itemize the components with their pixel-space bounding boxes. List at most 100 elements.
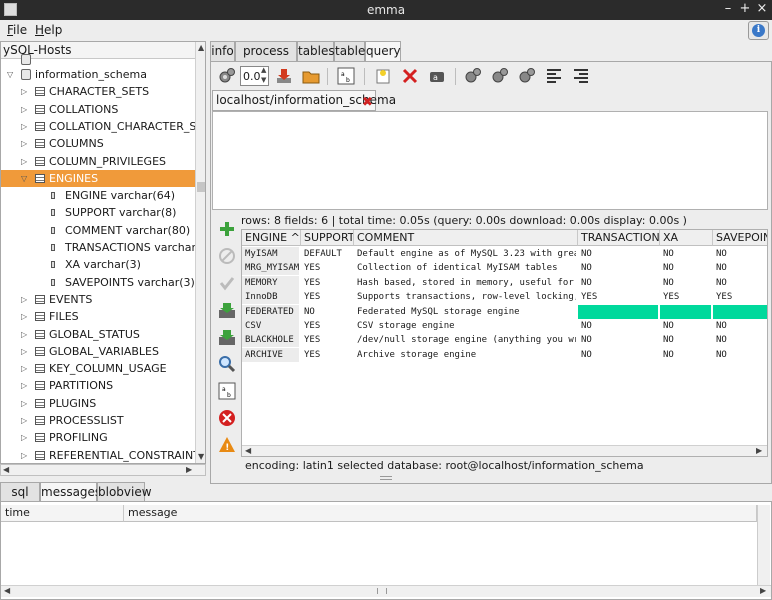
collapse-arrow-icon[interactable]: ▽ xyxy=(7,66,17,83)
table-cell[interactable]: NO xyxy=(660,276,711,290)
table-cell[interactable]: NO xyxy=(713,276,767,290)
expand-arrow-icon[interactable]: ▷ xyxy=(21,412,31,429)
messages-panel[interactable]: time message ◀ ▶ xyxy=(0,501,772,600)
table-cell[interactable]: CSV storage engine xyxy=(354,319,576,333)
execute-icon[interactable] xyxy=(218,67,236,85)
tree-vertical-scrollbar[interactable]: ▲ ▼ xyxy=(195,42,205,463)
menu-file[interactable]: File xyxy=(7,23,27,37)
tree-item-transactions[interactable]: TRANSACTIONS varchar(3) xyxy=(1,239,205,256)
expand-arrow-icon[interactable]: ▷ xyxy=(21,447,31,463)
table-cell[interactable]: YES xyxy=(301,333,352,347)
info-button[interactable]: i xyxy=(748,21,769,40)
expand-arrow-icon[interactable]: ▷ xyxy=(21,135,31,152)
table-cell[interactable]: NO xyxy=(660,333,711,347)
column-header-time[interactable]: time xyxy=(1,505,124,522)
rename-icon[interactable]: a xyxy=(428,67,446,85)
table-cell[interactable]: YES xyxy=(301,261,352,275)
query-editor[interactable] xyxy=(212,111,768,210)
table-cell[interactable]: NO xyxy=(713,333,767,347)
column-header-transactions[interactable]: TRANSACTIONS xyxy=(578,230,660,246)
table-cell[interactable]: NO xyxy=(301,305,352,319)
scroll-grip[interactable] xyxy=(377,588,387,594)
tree-item-partitions[interactable]: ▷ PARTITIONS xyxy=(1,377,195,394)
expand-arrow-icon[interactable]: ▷ xyxy=(21,308,31,325)
tree-item-global-status[interactable]: ▷ GLOBAL_STATUS xyxy=(1,326,195,343)
query-tab[interactable]: localhost/information_schema ✖ xyxy=(212,90,396,111)
table-cell[interactable]: NO xyxy=(713,261,767,275)
table-cell[interactable]: MRG_MYISAM xyxy=(242,261,299,276)
tree-item-xa[interactable]: XA varchar(3) xyxy=(1,256,195,273)
table-cell[interactable]: NO xyxy=(578,247,658,261)
tab-blobview[interactable]: blobview xyxy=(97,482,152,502)
close-icon[interactable]: × xyxy=(754,1,770,17)
warning-icon[interactable]: ! xyxy=(218,436,236,454)
tree-item-profiling[interactable]: ▷ PROFILING xyxy=(1,429,195,446)
expand-arrow-icon[interactable]: ▷ xyxy=(21,101,31,118)
tree-item-information-schema[interactable]: ▽ information_schema xyxy=(1,66,195,83)
table-cell[interactable]: YES xyxy=(578,290,658,304)
text-format-icon[interactable]: ab xyxy=(218,382,236,400)
table-cell[interactable]: Collection of identical MyISAM tables xyxy=(354,261,576,275)
spin-down-icon[interactable]: ▼ xyxy=(261,76,266,84)
tree-item-comment[interactable]: COMMENT varchar(80) xyxy=(1,222,195,239)
tree-item-engines[interactable]: ▽ ENGINES xyxy=(1,169,195,187)
tree-item-support[interactable]: SUPPORT varchar(8) xyxy=(1,204,195,221)
table-cell[interactable]: NO xyxy=(578,261,658,275)
text-format-icon[interactable]: ab xyxy=(337,67,355,85)
table-cell[interactable]: NO xyxy=(660,261,711,275)
tree-item-global-variables[interactable]: ▷ GLOBAL_VARIABLES xyxy=(1,343,195,360)
execute-current-icon[interactable] xyxy=(518,67,536,85)
error-icon[interactable] xyxy=(218,409,236,427)
tree-item-plugins[interactable]: ▷ PLUGINS xyxy=(1,395,195,412)
tab-sql-log[interactable]: sql log xyxy=(0,482,40,517)
collapse-arrow-icon[interactable]: ▽ xyxy=(21,170,31,187)
column-header-message[interactable]: message xyxy=(124,505,757,522)
scroll-right-icon[interactable]: ▶ xyxy=(760,586,766,595)
expand-arrow-icon[interactable]: ▷ xyxy=(21,343,31,360)
save-icon[interactable] xyxy=(218,301,236,319)
table-cell[interactable]: NO xyxy=(660,348,711,362)
tree-item-collation-character-set-[interactable]: ▷ COLLATION_CHARACTER_SET_ xyxy=(1,118,205,135)
open-folder-icon[interactable] xyxy=(302,67,320,85)
table-cell[interactable]: FEDERATED xyxy=(242,304,299,319)
tab-tables[interactable]: tables xyxy=(297,41,335,62)
expand-arrow-icon[interactable]: ▷ xyxy=(21,83,31,100)
maximize-icon[interactable]: + xyxy=(737,1,753,17)
table-cell[interactable]: MyISAM xyxy=(242,247,299,261)
load-icon[interactable] xyxy=(218,328,236,346)
table-cell[interactable]: YES xyxy=(301,348,352,362)
tab-info[interactable]: info xyxy=(210,41,235,62)
table-cell[interactable]: Default engine as of MySQL 3.23 with gre… xyxy=(354,247,576,261)
tree-item-engine[interactable]: ENGINE varchar(64) xyxy=(1,187,195,204)
grid-horizontal-scrollbar[interactable]: ◀ ▶ xyxy=(242,445,767,456)
table-cell[interactable]: NO xyxy=(713,348,767,362)
minimize-icon[interactable]: – xyxy=(720,1,736,17)
expand-arrow-icon[interactable]: ▷ xyxy=(21,429,31,446)
column-header-xa[interactable]: XA xyxy=(660,230,713,246)
expand-arrow-icon[interactable]: ▷ xyxy=(21,326,31,343)
table-cell[interactable]: NO xyxy=(578,348,658,362)
column-header-support[interactable]: SUPPORT xyxy=(301,230,354,246)
column-header-savepoints[interactable]: SAVEPOINTS xyxy=(713,230,767,246)
table-cell[interactable]: /dev/null storage engine (anything you w… xyxy=(354,333,576,347)
execute-selected-icon[interactable] xyxy=(491,67,509,85)
tab-table[interactable]: table xyxy=(334,41,365,62)
table-cell[interactable]: NO xyxy=(660,247,711,261)
table-cell[interactable]: DEFAULT xyxy=(301,247,352,261)
scroll-left-icon[interactable]: ◀ xyxy=(245,446,251,455)
scroll-thumb[interactable] xyxy=(197,182,205,192)
tree-item-processlist[interactable]: ▷ PROCESSLIST xyxy=(1,412,195,429)
tree-item-files[interactable]: ▷ FILES xyxy=(1,308,195,325)
new-query-icon[interactable] xyxy=(374,67,392,85)
tab-messages[interactable]: messages xyxy=(40,482,101,503)
expand-arrow-icon[interactable]: ▷ xyxy=(21,377,31,394)
tab-process-list[interactable]: process list xyxy=(235,41,297,77)
tree-item-savepoints[interactable]: SAVEPOINTS varchar(3) xyxy=(1,274,195,291)
table-cell[interactable] xyxy=(578,304,658,319)
table-cell[interactable]: CSV xyxy=(242,319,299,333)
table-cell[interactable] xyxy=(660,304,711,319)
messages-horizontal-scrollbar[interactable]: ◀ ▶ xyxy=(1,585,771,597)
download-icon[interactable] xyxy=(275,67,293,85)
messages-vertical-scrollbar[interactable] xyxy=(757,505,770,585)
table-cell[interactable]: YES xyxy=(713,290,767,304)
